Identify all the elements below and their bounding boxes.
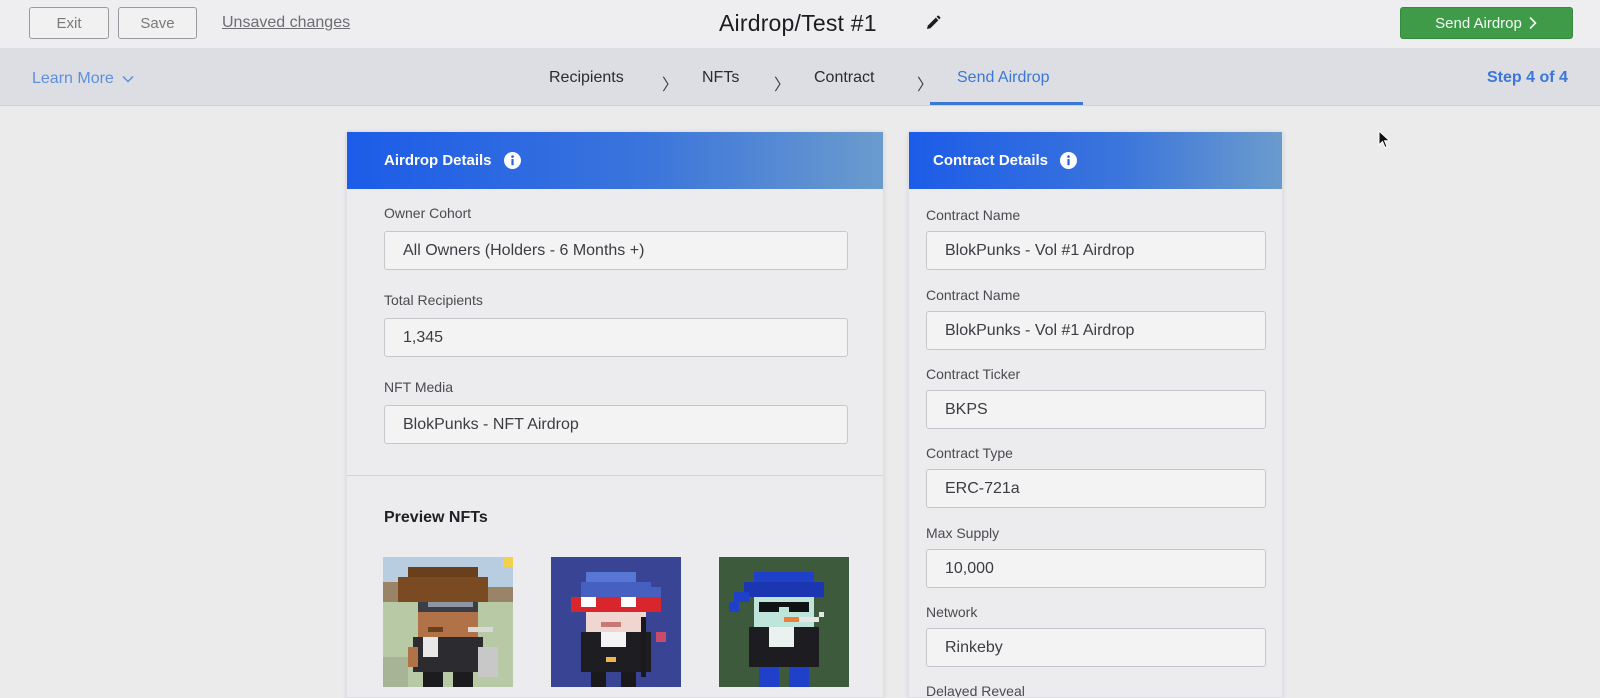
delayed-reveal-label: Delayed Reveal [926,683,1025,698]
send-airdrop-label: Send Airdrop [1435,14,1522,32]
mouse-cursor-icon [1378,130,1391,149]
pixel-punk-sunglasses-icon[interactable] [719,557,849,687]
contract-details-title: Contract Details [933,152,1049,169]
active-step-indicator [930,102,1083,105]
contract-type-label: Contract Type [926,445,1013,461]
step-recipients[interactable]: Recipients [549,69,624,87]
owner-cohort-label: Owner Cohort [384,205,472,221]
step-send-airdrop[interactable]: Send Airdrop [957,69,1050,87]
max-supply-field[interactable]: 10,000 [926,549,1266,588]
save-button[interactable]: Save [118,7,197,39]
info-icon[interactable] [503,152,521,169]
total-recipients-label: Total Recipients [384,292,483,308]
chevron-down-icon [122,75,134,83]
contract-ticker-label: Contract Ticker [926,366,1021,382]
exit-button[interactable]: Exit [29,7,109,39]
contract-type-field[interactable]: ERC-721a [926,469,1266,508]
contract-details-header: Contract Details [909,132,1282,189]
airdrop-details-header: Airdrop Details [347,132,883,189]
step-separator-icon: 〉 [774,77,791,94]
network-field[interactable]: Rinkeby [926,628,1266,667]
airdrop-details-title: Airdrop Details [384,152,492,169]
send-airdrop-button[interactable]: Send Airdrop [1400,7,1573,39]
top-bar: Exit Save Unsaved changes Airdrop/Test #… [0,0,1600,49]
nft-media-field[interactable]: BlokPunks - NFT Airdrop [384,405,848,444]
learn-more-label: Learn More [32,70,114,87]
step-counter: Step 4 of 4 [1487,69,1568,86]
contract-details-panel: Contract Details Contract Name BlokPunks… [908,131,1283,698]
preview-nfts-title: Preview NFTs [384,509,488,526]
info-icon[interactable] [1060,152,1078,169]
contract-name-label: Contract Name [926,287,1021,303]
step-separator-icon: 〉 [662,77,679,94]
chevron-right-icon [1529,16,1537,30]
pixel-punk-cowboy-icon[interactable] [383,557,513,687]
step-separator-icon: 〉 [917,77,934,94]
step-nfts[interactable]: NFTs [702,69,739,87]
unsaved-changes-link[interactable]: Unsaved changes [222,14,350,32]
section-divider [347,475,883,476]
pencil-icon[interactable] [924,14,942,32]
nft-media-label: NFT Media [384,379,453,395]
learn-more-dropdown[interactable]: Learn More [32,70,134,88]
airdrop-details-panel: Airdrop Details Owner Cohort All Owners … [346,131,884,698]
owner-cohort-field[interactable]: All Owners (Holders - 6 Months +) [384,231,848,270]
pixel-punk-bandana-icon[interactable] [551,557,681,687]
page-title: Airdrop/Test #1 [719,10,877,36]
contract-name-field[interactable]: BlokPunks - Vol #1 Airdrop [926,311,1266,350]
total-recipients-field[interactable]: 1,345 [384,318,848,357]
contract-name-field[interactable]: BlokPunks - Vol #1 Airdrop [926,231,1266,270]
max-supply-label: Max Supply [926,525,1000,541]
network-label: Network [926,604,978,620]
contract-name-label: Contract Name [926,207,1021,223]
contract-ticker-field[interactable]: BKPS [926,390,1266,429]
step-contract[interactable]: Contract [814,69,874,87]
step-navigation: Learn More Recipients 〉 NFTs 〉 Contract … [0,49,1600,106]
